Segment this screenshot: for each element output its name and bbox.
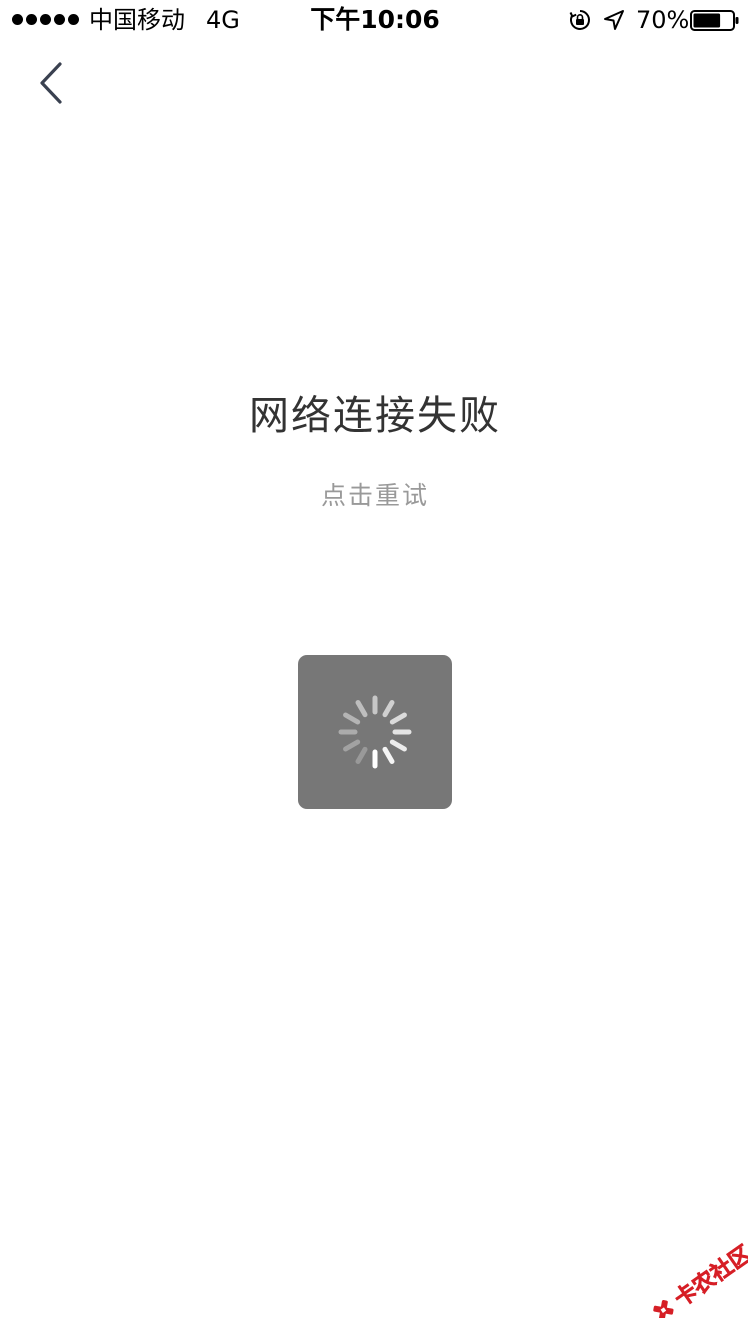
battery-icon <box>690 10 739 31</box>
loading-overlay <box>298 655 452 809</box>
watermark-logo: 卡农社区 <box>653 1242 748 1318</box>
spinner-icon <box>338 695 412 769</box>
status-bar: 中国移动 4G 下午10:06 70% <box>0 0 750 40</box>
network-error-screen: 中国移动 4G 下午10:06 70% 网络连接失败 点击重试 卡农社区 <box>0 0 750 1334</box>
orientation-lock-icon <box>569 10 590 30</box>
retry-button[interactable]: 点击重试 <box>275 476 475 516</box>
battery-percent: 70% <box>636 6 690 34</box>
back-button[interactable] <box>26 58 76 108</box>
svg-text:卡农社区: 卡农社区 <box>670 1242 748 1312</box>
location-arrow-icon <box>604 10 624 30</box>
chevron-left-icon <box>40 62 62 104</box>
error-title: 网络连接失败 <box>249 393 501 439</box>
